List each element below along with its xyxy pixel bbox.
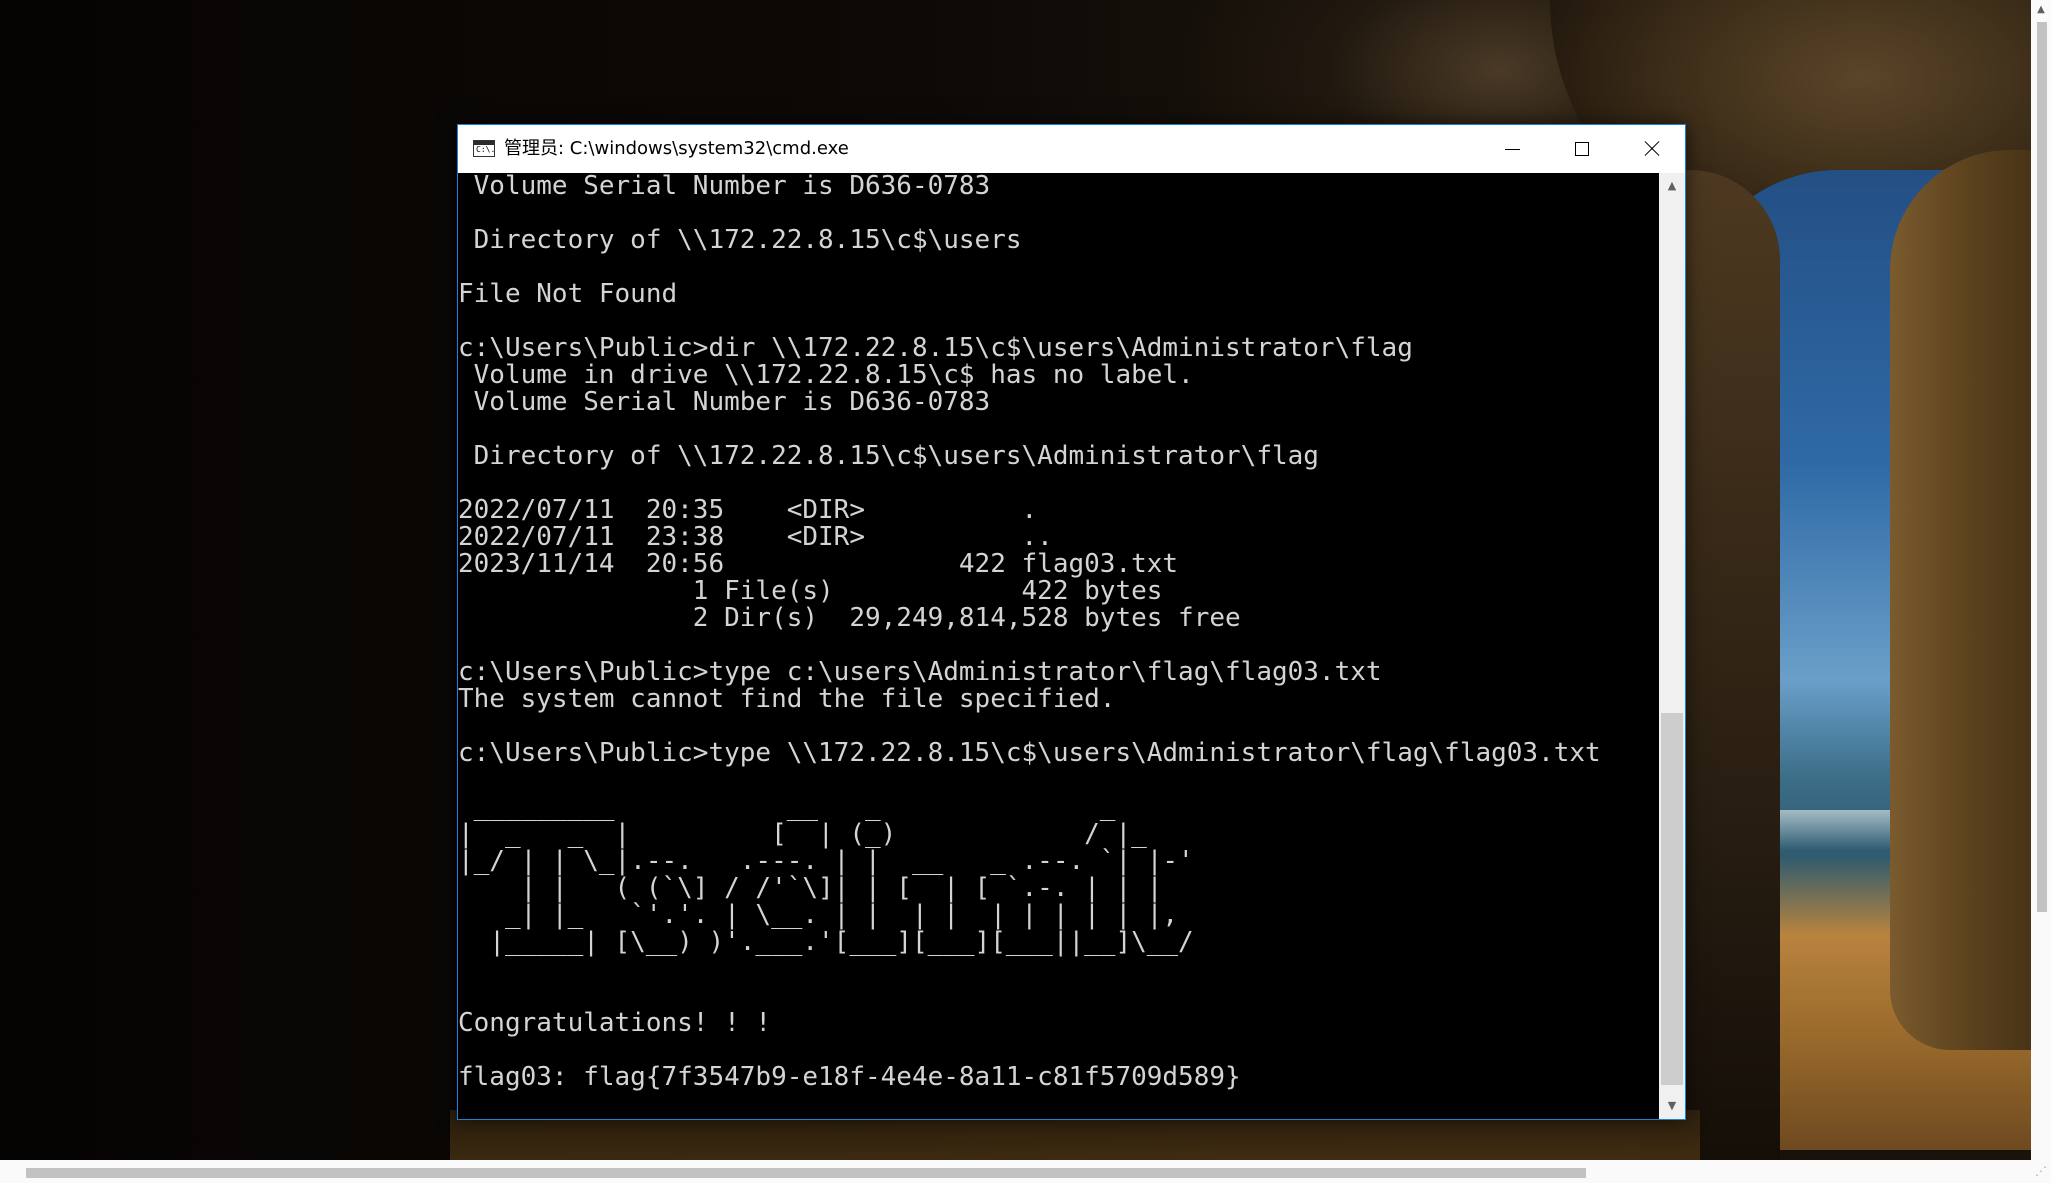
resize-grip-icon[interactable]: ⋰ — [2031, 1160, 2051, 1183]
host-horizontal-scroll-thumb[interactable] — [26, 1168, 1586, 1178]
console-line: The system cannot find the file specifie… — [458, 684, 1116, 714]
host-vertical-scrollbar[interactable]: ▲ — [2031, 0, 2051, 1160]
cmd-app-icon[interactable]: C:\. — [473, 140, 495, 157]
title-bar[interactable]: C:\. 管理员: C:\windows\system32\cmd.exe — [458, 125, 1685, 173]
console-line: 2 Dir(s) 29,249,814,528 bytes free — [458, 603, 1241, 633]
console-scroll-thumb[interactable] — [1661, 713, 1683, 1085]
console-line: c:\Users\Public>type \\172.22.8.15\c$\us… — [458, 738, 1601, 768]
console-line: c:\Users\Public> — [458, 1116, 708, 1120]
console-line: _| |_ `'.'. | \__. | | | | | | | | | |, — [458, 900, 1179, 930]
window-title: 管理员: C:\windows\system32\cmd.exe — [504, 138, 849, 159]
console-line: 2022/07/11 20:35 <DIR> . — [458, 495, 1038, 525]
console-line: Congratulations! ! ! — [458, 1008, 772, 1038]
console-text: Volume Serial Number is D636-0783 Direct… — [458, 173, 1659, 1119]
minimize-button[interactable] — [1476, 125, 1546, 173]
console-line: | | ( (`\] / /'`\]| | [ | [ `.-. | | | — [458, 873, 1163, 903]
console-line: Volume Serial Number is D636-0783 — [458, 173, 991, 201]
console-line: flag03: flag{7f3547b9-e18f-4e4e-8a11-c81… — [458, 1062, 1241, 1092]
wallpaper-rock-right — [1890, 150, 2051, 1050]
close-button[interactable] — [1615, 125, 1685, 173]
host-scroll-up-icon[interactable]: ▲ — [2031, 0, 2051, 20]
console-line: 2023/11/14 20:56 422 flag03.txt — [458, 549, 1179, 579]
console-line: Directory of \\172.22.8.15\c$\users\Admi… — [458, 441, 1319, 471]
console-line: | _ _ | [ | (_) / |_ — [458, 819, 1147, 849]
console-line: 1 File(s) 422 bytes — [458, 576, 1163, 606]
console-line: Volume Serial Number is D636-0783 — [458, 387, 991, 417]
maximize-button[interactable] — [1546, 125, 1616, 173]
cmd-app-icon-text: C:\. — [476, 145, 496, 154]
console-line: 2022/07/11 23:38 <DIR> .. — [458, 522, 1053, 552]
console-line: c:\Users\Public>dir \\172.22.8.15\c$\use… — [458, 333, 1413, 363]
console-line: Directory of \\172.22.8.15\c$\users — [458, 225, 1022, 255]
scroll-down-arrow-icon[interactable]: ▼ — [1659, 1093, 1685, 1119]
console-vertical-scrollbar[interactable]: ▲ ▼ — [1659, 173, 1685, 1119]
scroll-up-arrow-icon[interactable]: ▲ — [1659, 173, 1685, 199]
host-vertical-scroll-thumb[interactable] — [2037, 22, 2047, 912]
cmd-window[interactable]: C:\. 管理员: C:\windows\system32\cmd.exe Vo… — [457, 124, 1686, 1120]
console-line: c:\Users\Public>type c:\users\Administra… — [458, 657, 1382, 687]
console-line: Volume in drive \\172.22.8.15\c$ has no … — [458, 360, 1194, 390]
console-line: _________ __ _ _ — [458, 792, 1116, 822]
console-line: |_/ | | \_|.--. .---. | | __ _ .--. `| |… — [458, 846, 1194, 876]
console-line: |_____| [\__) )'.___.'[___][___][___||__… — [458, 927, 1194, 957]
host-horizontal-scrollbar[interactable] — [0, 1160, 2031, 1183]
console-line: File Not Found — [458, 279, 678, 309]
console-output[interactable]: Volume Serial Number is D636-0783 Direct… — [458, 173, 1659, 1119]
